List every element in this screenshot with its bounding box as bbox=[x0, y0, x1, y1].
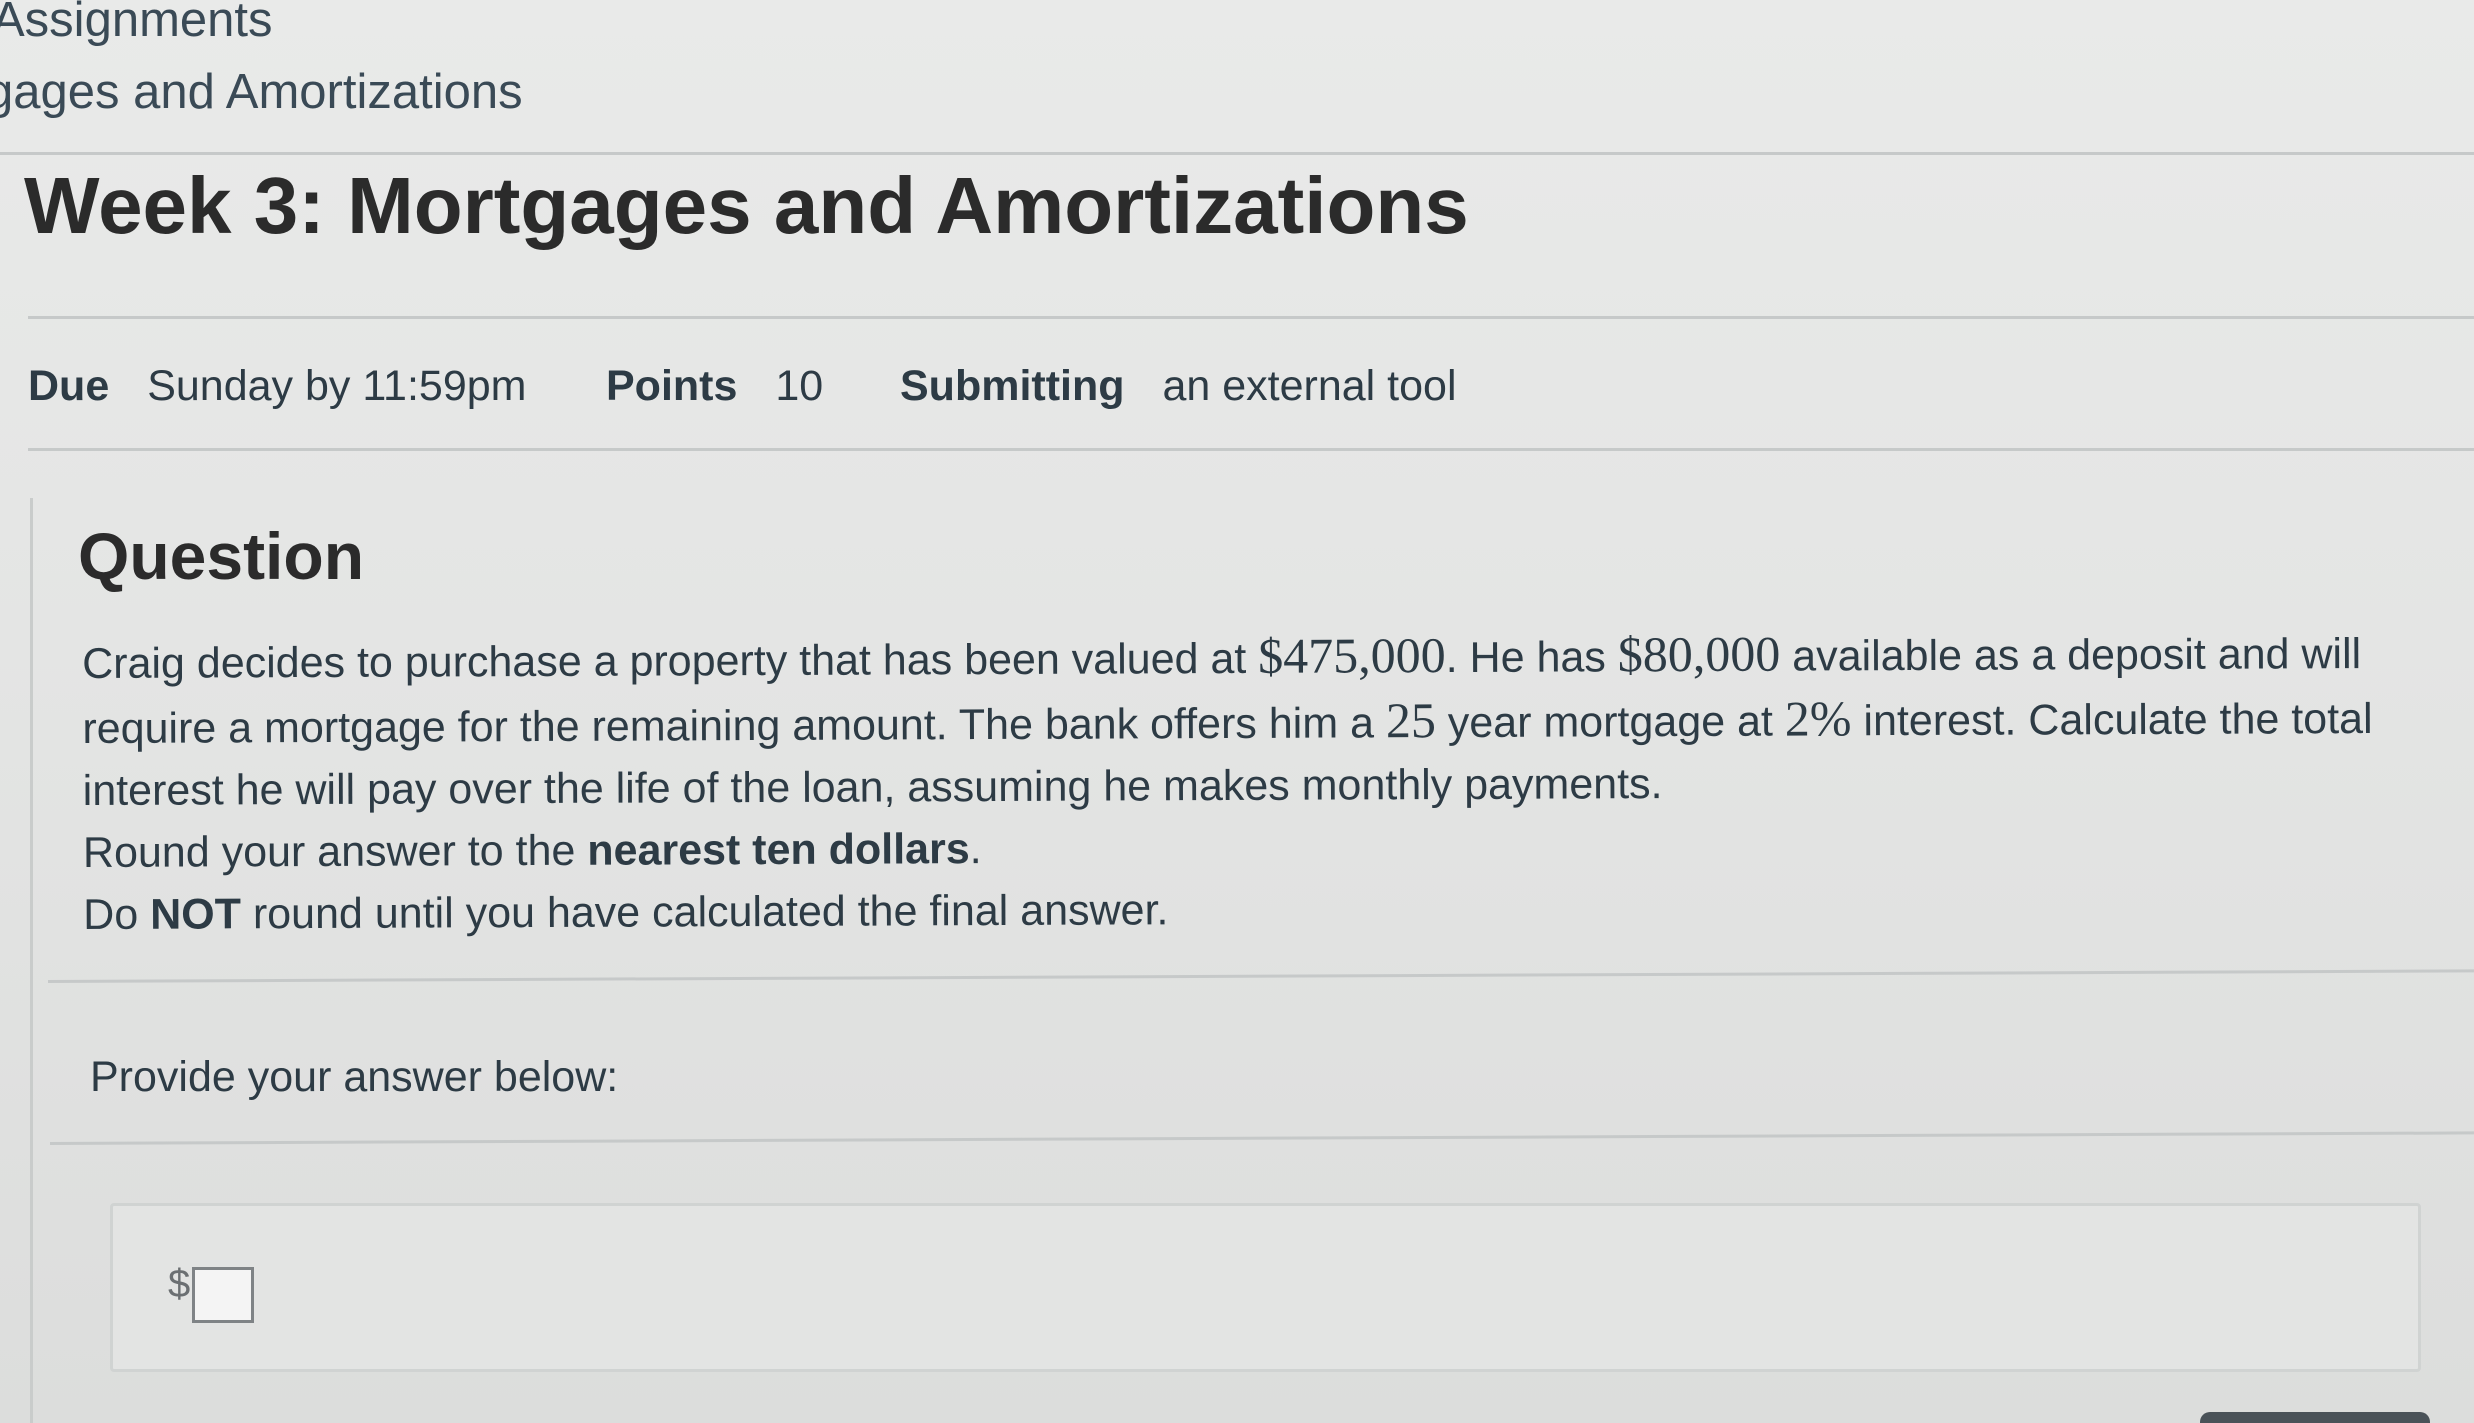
points-value: 10 bbox=[775, 362, 824, 410]
mortgage-years: 25 bbox=[1385, 692, 1436, 749]
details-divider bbox=[28, 448, 2474, 451]
due-value: Sunday by 11:59pm bbox=[147, 362, 527, 410]
interest-rate: 2% bbox=[1784, 690, 1852, 747]
question-paragraph: Craig decides to purchase a property tha… bbox=[82, 625, 2373, 815]
answer-container bbox=[110, 1203, 2421, 1372]
rounding-instruction: Round your answer to the nearest ten dol… bbox=[82, 825, 982, 877]
page-title: Week 3: Mortgages and Amortizations bbox=[24, 161, 1469, 250]
breadcrumb-assignments[interactable]: Assignments bbox=[0, 0, 273, 48]
question-heading: Question bbox=[78, 519, 365, 593]
submitting-value: an external tool bbox=[1162, 362, 1457, 410]
dollar-sign: $ bbox=[168, 1262, 191, 1306]
breadcrumb-module[interactable]: gages and Amortizations bbox=[0, 64, 523, 120]
assignment-page: Assignments gages and Amortizations Week… bbox=[0, 0, 2474, 1423]
property-price: $475,000 bbox=[1258, 627, 1446, 684]
title-divider bbox=[28, 316, 2474, 319]
answer-prompt: Provide your answer below: bbox=[90, 1053, 619, 1101]
deposit-amount: $80,000 bbox=[1617, 625, 1781, 683]
no-rounding-instruction: Do NOT round until you have calculated t… bbox=[83, 886, 1169, 939]
question-body: Craig decides to purchase a property tha… bbox=[82, 620, 2443, 946]
answer-input[interactable] bbox=[192, 1267, 254, 1323]
points-label: Points bbox=[606, 362, 738, 410]
submitting-label: Submitting bbox=[900, 362, 1125, 410]
submit-button[interactable] bbox=[2200, 1412, 2430, 1423]
due-label: Due bbox=[28, 362, 110, 410]
header-divider bbox=[0, 152, 2474, 155]
